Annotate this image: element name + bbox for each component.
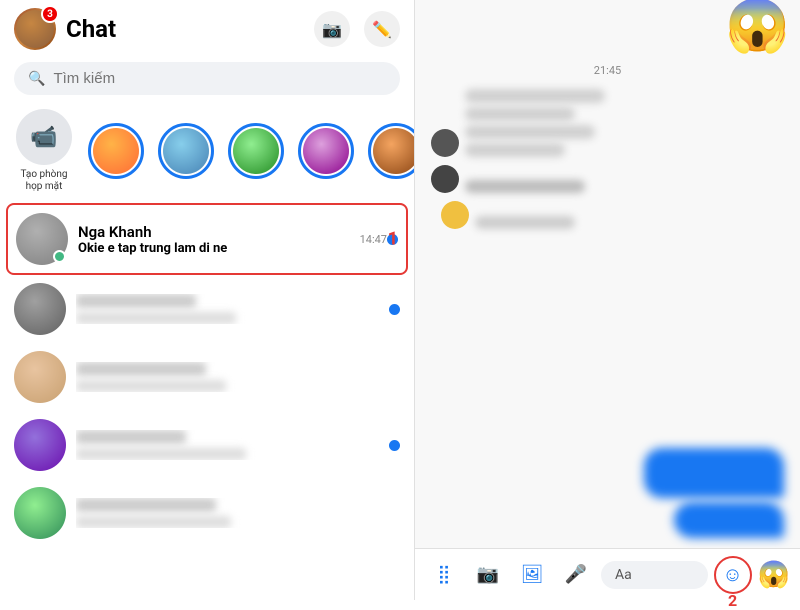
page-title: Chat (66, 15, 314, 43)
camera-icon-button[interactable]: 📷 (314, 11, 350, 47)
story-row: 📹 Tạo phòng họp mặt (0, 103, 414, 203)
chat-avatar-2 (14, 283, 66, 335)
message-input[interactable]: Aa (601, 561, 708, 589)
chat-item-2[interactable] (0, 275, 414, 343)
online-indicator (53, 250, 66, 263)
chat-info-4 (76, 430, 389, 460)
chat-item-4[interactable] (0, 411, 414, 479)
create-room-button[interactable]: 📹 (16, 109, 72, 165)
story-item-2[interactable] (158, 123, 214, 179)
grid-icon-button[interactable]: ⣿ (425, 556, 463, 594)
chat-info-3 (76, 362, 400, 392)
msg-row-blue-1 (431, 448, 784, 498)
chat-preview-1: Okie e tap trung lam di ne (78, 241, 354, 256)
image-toolbar-button[interactable]: 🖼 (513, 556, 551, 594)
notification-badge: 3 (41, 5, 59, 23)
left-panel: 3 Chat 📷 ✏️ 🔍 📹 Tạo phòng họp mặt (0, 0, 415, 600)
camera-toolbar-icon: 📷 (477, 564, 499, 585)
video-plus-icon: 📹 (30, 125, 57, 150)
face-emoji-icon: 😱 (758, 560, 790, 590)
msg-row-1 (431, 89, 784, 157)
unread-dot-4 (389, 440, 400, 451)
emoji-icon: ☺ (722, 562, 742, 587)
user-avatar-container[interactable]: 3 (14, 8, 56, 50)
emoji-number-label: 2 (728, 591, 737, 610)
msg-avatar-dark (431, 165, 459, 193)
chat-avatar-5 (14, 487, 66, 539)
search-input[interactable] (53, 70, 386, 87)
story-item-5[interactable] (368, 123, 414, 179)
chat-item-active[interactable]: Nga Khanh Okie e tap trung lam di ne 14:… (6, 203, 408, 275)
camera-icon: 📷 (322, 20, 342, 39)
scared-emoji-top: 😱 (725, 0, 790, 52)
msg-row-blue-2 (431, 506, 784, 538)
search-bar[interactable]: 🔍 (14, 62, 400, 95)
chat-preview-5 (76, 516, 231, 528)
story-item-1[interactable] (88, 123, 144, 179)
chat-info-1: Nga Khanh Okie e tap trung lam di ne (78, 223, 354, 256)
chat-info-2 (76, 294, 389, 324)
chat-avatar-3 (14, 351, 66, 403)
chat-toolbar: ⣿ 📷 🖼 🎤 Aa ☺ 2 😱 (415, 548, 800, 600)
chat-list: Nga Khanh Okie e tap trung lam di ne 14:… (0, 203, 414, 600)
chat-name-5 (76, 498, 216, 512)
header: 3 Chat 📷 ✏️ (0, 0, 414, 58)
timestamp: 21:45 (431, 64, 784, 77)
camera-toolbar-button[interactable]: 📷 (469, 556, 507, 594)
edit-icon: ✏️ (372, 20, 392, 39)
msg-avatar-left (431, 129, 459, 157)
chat-preview-3 (76, 380, 226, 392)
chat-name-2 (76, 294, 196, 308)
chat-avatar-4 (14, 419, 66, 471)
chat-preview-4 (76, 448, 246, 460)
image-toolbar-icon: 🖼 (521, 564, 544, 585)
chat-item-5[interactable] (0, 479, 414, 547)
msg-avatar-yellow (441, 201, 469, 229)
chat-item-3[interactable] (0, 343, 414, 411)
story-item-4[interactable] (298, 123, 354, 179)
create-room-item[interactable]: 📹 Tạo phòng họp mặt (14, 109, 74, 193)
mic-toolbar-button[interactable]: 🎤 (557, 556, 595, 594)
msg-row-2 (431, 165, 784, 193)
emoji-button[interactable]: ☺ 2 (714, 556, 752, 594)
chat-info-5 (76, 498, 400, 528)
chat-time-1: 14:47 (360, 233, 387, 246)
chat-name-1: Nga Khanh (78, 223, 354, 241)
right-panel: 😱 21:45 (415, 0, 800, 600)
grid-icon: ⣿ (437, 564, 450, 585)
create-room-label: Tạo phòng họp mặt (14, 169, 74, 193)
input-placeholder: Aa (615, 567, 632, 583)
header-icons: 📷 ✏️ (314, 11, 400, 47)
story-item-3[interactable] (228, 123, 284, 179)
edit-icon-button[interactable]: ✏️ (364, 11, 400, 47)
chat-name-3 (76, 362, 206, 376)
search-icon: 🔍 (28, 71, 45, 87)
number-badge-1: 1 (388, 229, 398, 250)
chat-name-4 (76, 430, 186, 444)
face-emoji-button[interactable]: 😱 (758, 560, 790, 590)
msg-row-3 (441, 201, 784, 229)
chat-preview-2 (76, 312, 236, 324)
chat-avatar-1 (16, 213, 68, 265)
unread-dot-2 (389, 304, 400, 315)
mic-toolbar-icon: 🎤 (565, 564, 587, 585)
message-area: 21:45 (415, 0, 800, 548)
